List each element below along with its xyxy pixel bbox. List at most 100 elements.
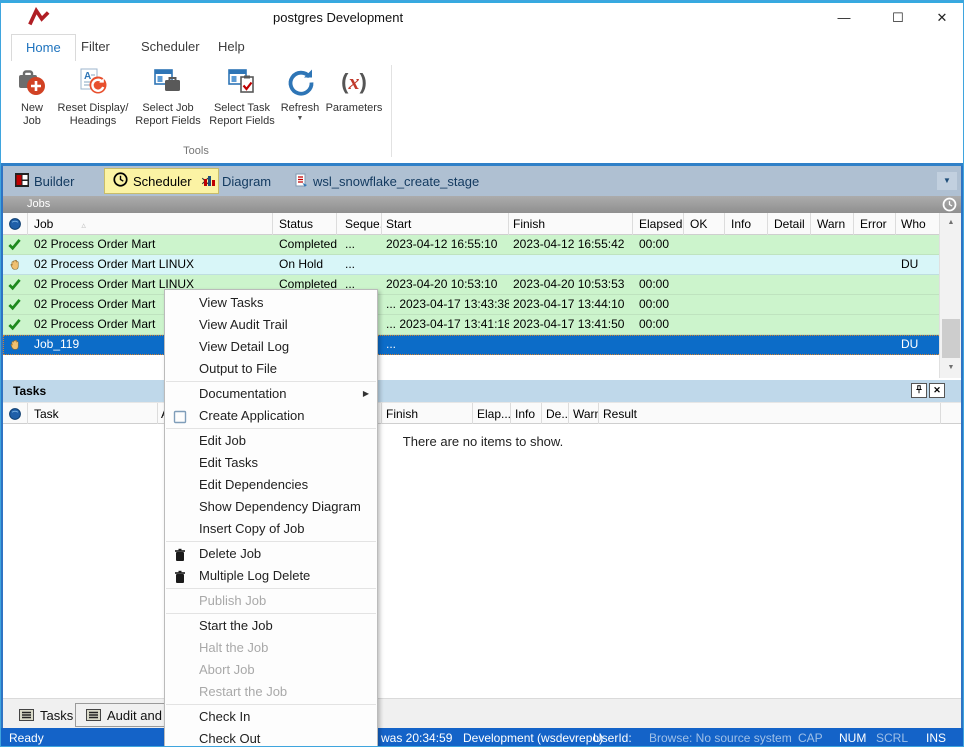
column-header-warn[interactable]: Warn (811, 213, 854, 235)
column-header-task-info[interactable]: Info (511, 403, 542, 425)
select-task-report-icon (209, 64, 275, 100)
column-header-finish[interactable]: Finish (509, 213, 633, 235)
menu-item-check-in[interactable]: Check In (165, 706, 377, 728)
tab-builder[interactable]: Builder (7, 168, 82, 194)
menu-item-start-the-job[interactable]: Start the Job (165, 615, 377, 637)
ribbon-tab-scheduler[interactable]: Scheduler (127, 34, 214, 61)
new-job-button[interactable]: New Job (9, 64, 55, 128)
column-header-who[interactable]: Who (896, 213, 941, 235)
column-header-elapsed[interactable]: Elapsed (633, 213, 684, 235)
job-onhold-hand-icon (8, 338, 22, 355)
job-completed-check-icon (8, 298, 21, 314)
column-header-task-finish[interactable]: Finish (382, 403, 473, 425)
column-header-task-detail[interactable]: De... (542, 403, 569, 425)
column-header-task-warn[interactable]: Warn (569, 403, 599, 425)
trash-icon (173, 569, 187, 591)
parameters-button[interactable]: (x) Parameters (323, 64, 385, 115)
sort-ascending-icon: ▵ (81, 220, 86, 230)
column-header-status[interactable]: Status (273, 213, 337, 235)
tab-wsl-snowflake-create-stage[interactable]: wsl_snowflake_create_stage (286, 168, 487, 194)
reset-display-button[interactable]: A Reset Display/ Headings (51, 64, 135, 128)
column-header-task-elapsed[interactable]: Elap... (473, 403, 511, 425)
column-header-job[interactable]: Job▵ (28, 213, 273, 235)
job-row[interactable]: 02 Process Order Mart LINUX Completed ..… (3, 275, 963, 295)
menu-item-edit-job[interactable]: Edit Job (165, 430, 377, 452)
menu-separator (166, 704, 376, 705)
pin-icon[interactable] (911, 383, 927, 398)
select-task-report-fields-button[interactable]: Select Task Report Fields (209, 64, 275, 128)
job-row[interactable]: 02 Process Order Mart ... 2023-04-17 13:… (3, 315, 963, 335)
scroll-down-icon[interactable]: ▼ (940, 358, 962, 378)
clock-icon (113, 172, 128, 190)
menu-separator (166, 541, 376, 542)
tasks-close-icon[interactable]: ✕ (929, 383, 945, 398)
refresh-dropdown-caret[interactable]: ▼ (277, 115, 323, 123)
column-header-error[interactable]: Error (854, 213, 896, 235)
builder-icon (15, 173, 29, 190)
tasks-row-state-column-icon[interactable] (3, 403, 28, 425)
menu-item-edit-tasks[interactable]: Edit Tasks (165, 452, 377, 474)
status-scroll-lock: SCRL (876, 728, 908, 747)
scroll-up-icon[interactable]: ▲ (940, 213, 962, 233)
refresh-button[interactable]: Refresh ▼ (277, 64, 323, 123)
window-frame-right (961, 166, 963, 728)
select-job-report-fields-button[interactable]: Select Job Report Fields (129, 64, 207, 128)
job-completed-check-icon (8, 318, 21, 334)
column-header-detail[interactable]: Detail (768, 213, 811, 235)
close-button[interactable]: ✕ (927, 7, 957, 29)
submenu-arrow-icon: ▶ (363, 383, 369, 405)
menu-separator (166, 428, 376, 429)
job-row[interactable]: 02 Process Order Mart Completed ... 2023… (3, 235, 963, 255)
job-row-selected[interactable]: Job_119 ... DU (3, 335, 963, 355)
menu-separator (166, 588, 376, 589)
tab-diagram[interactable]: Diagram (195, 168, 279, 194)
menu-item-create-application[interactable]: Create Application (165, 405, 377, 427)
menu-item-delete-job[interactable]: Delete Job (165, 543, 377, 565)
column-header-ok[interactable]: OK (684, 213, 725, 235)
jobs-vertical-scrollbar[interactable]: ▲ ▼ (939, 213, 961, 378)
ribbon-tab-help[interactable]: Help (204, 34, 259, 61)
tasks-empty-area: There are no items to show. (3, 424, 963, 698)
column-header-start[interactable]: Start (382, 213, 509, 235)
svg-text:A: A (84, 71, 91, 82)
parameters-icon: (x) (323, 64, 385, 100)
menu-item-edit-dependencies[interactable]: Edit Dependencies (165, 474, 377, 496)
menu-item-insert-copy-of-job[interactable]: Insert Copy of Job (165, 518, 377, 540)
title-bar: postgres Development — ☐ ✕ (1, 1, 963, 31)
column-header-info[interactable]: Info (725, 213, 768, 235)
menu-item-check-out[interactable]: Check Out (165, 728, 377, 747)
menu-item-show-dependency-diagram[interactable]: Show Dependency Diagram (165, 496, 377, 518)
jobs-clock-icon (942, 197, 957, 212)
bottom-tab-tasks[interactable]: Tasks (9, 703, 83, 727)
diagram-icon (203, 173, 217, 190)
job-row[interactable]: 02 Process Order Mart LINUX On Hold ... … (3, 255, 963, 275)
tasks-panel-header: Tasks ✕ (3, 380, 963, 402)
column-header-task[interactable]: Task (28, 403, 158, 425)
column-header-sequence[interactable]: Seque... (337, 213, 382, 235)
status-browse-source: Browse: No source system (649, 728, 792, 747)
menu-separator (166, 613, 376, 614)
jobs-row-state-column-icon[interactable] (3, 213, 28, 235)
menu-item-documentation[interactable]: Documentation▶ (165, 383, 377, 405)
bottom-tab-bar: Tasks Audit and Sche (3, 698, 963, 728)
ribbon-tab-home[interactable]: Home (11, 34, 76, 61)
job-completed-check-icon (8, 238, 21, 254)
menu-item-view-tasks[interactable]: View Tasks (165, 292, 377, 314)
window-title: postgres Development (273, 10, 403, 25)
jobs-empty-area (3, 355, 939, 378)
job-row[interactable]: 02 Process Order Mart ... 2023-04-17 13:… (3, 295, 963, 315)
menu-item-view-audit-trail[interactable]: View Audit Trail (165, 314, 377, 336)
menu-item-view-detail-log[interactable]: View Detail Log (165, 336, 377, 358)
job-completed-check-icon (8, 278, 21, 294)
select-job-report-icon (129, 64, 207, 100)
menu-item-output-to-file[interactable]: Output to File (165, 358, 377, 380)
ribbon-tab-filter[interactable]: Filter (67, 34, 124, 61)
column-header-task-result[interactable]: Result (599, 403, 941, 425)
maximize-button[interactable]: ☐ (883, 7, 913, 29)
menu-item-publish-job: Publish Job (165, 590, 377, 612)
minimize-button[interactable]: — (829, 7, 859, 29)
tab-overflow-dropdown-icon[interactable]: ▼ (937, 172, 957, 190)
menu-item-restart-the-job: Restart the Job (165, 681, 377, 703)
menu-item-multiple-log-delete[interactable]: Multiple Log Delete (165, 565, 377, 587)
menu-item-abort-job: Abort Job (165, 659, 377, 681)
